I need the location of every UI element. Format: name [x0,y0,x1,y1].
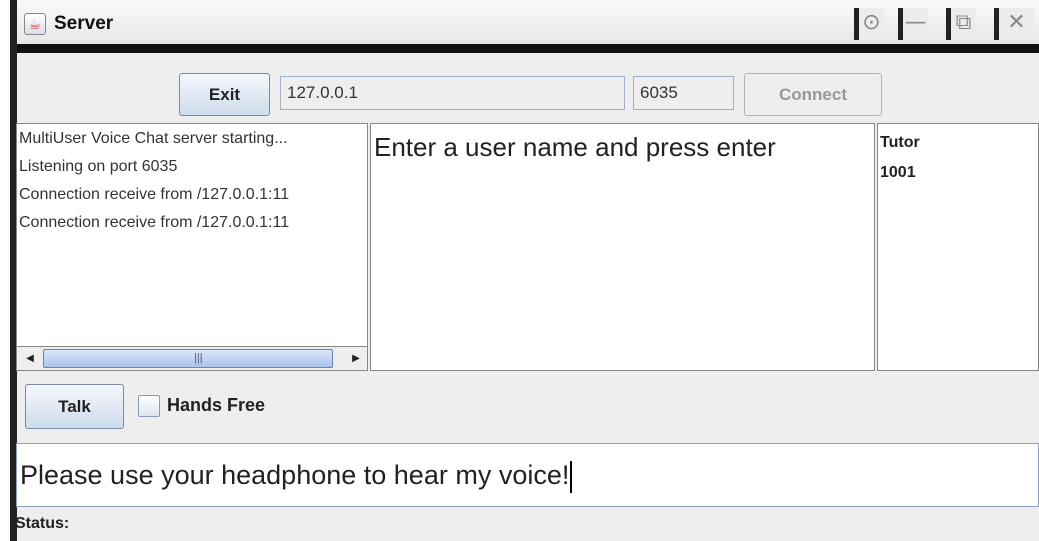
log-horizontal-scrollbar[interactable]: ◀ ||| ▶ [16,346,368,371]
hands-free-checkbox[interactable] [138,395,160,417]
log-line: Connection receive from /127.0.0.1:11 [19,186,290,203]
user-list-item[interactable]: Tutor [880,134,920,152]
log-line: Connection receive from /127.0.0.1:11 [19,214,290,231]
users-list[interactable]: Tutor 1001 [877,123,1039,371]
connect-button[interactable]: Connect [744,73,882,116]
scroll-left-arrow-icon[interactable]: ◀ [21,351,39,367]
message-prompt: Enter a user name and press enter [374,132,776,162]
message-input-text: Please use your headphone to hear my voi… [20,460,570,490]
minimize-icon[interactable]: — [898,8,928,40]
scroll-thumb[interactable]: ||| [43,349,333,368]
message-input[interactable]: Please use your headphone to hear my voi… [16,443,1039,507]
exit-button[interactable]: Exit [179,73,270,116]
text-caret [570,460,573,493]
title-bar-border [10,44,1039,53]
restore-icon[interactable]: ⊙ [854,8,884,40]
server-log-panel[interactable]: MultiUser Voice Chat server starting... … [16,123,368,371]
user-list-item[interactable]: 1001 [880,164,916,182]
message-panel[interactable]: Enter a user name and press enter [370,123,875,371]
log-line: Listening on port 6035 [19,158,178,175]
port-field[interactable]: 6035 [633,76,734,110]
scroll-right-arrow-icon[interactable]: ▶ [347,351,365,367]
maximize-icon[interactable]: ⧉ [946,8,976,40]
title-bar[interactable] [10,0,1039,48]
java-app-icon: ☕ [24,13,46,35]
hands-free-label: Hands Free [167,395,266,415]
log-line: MultiUser Voice Chat server starting... [19,130,288,147]
talk-button[interactable]: Talk [25,384,124,429]
window-title: Server [54,13,114,34]
host-field[interactable]: 127.0.0.1 [280,76,625,110]
close-icon[interactable]: ✕ [994,8,1034,40]
status-label: Status: [15,515,70,532]
grip-icon: ||| [194,352,203,364]
